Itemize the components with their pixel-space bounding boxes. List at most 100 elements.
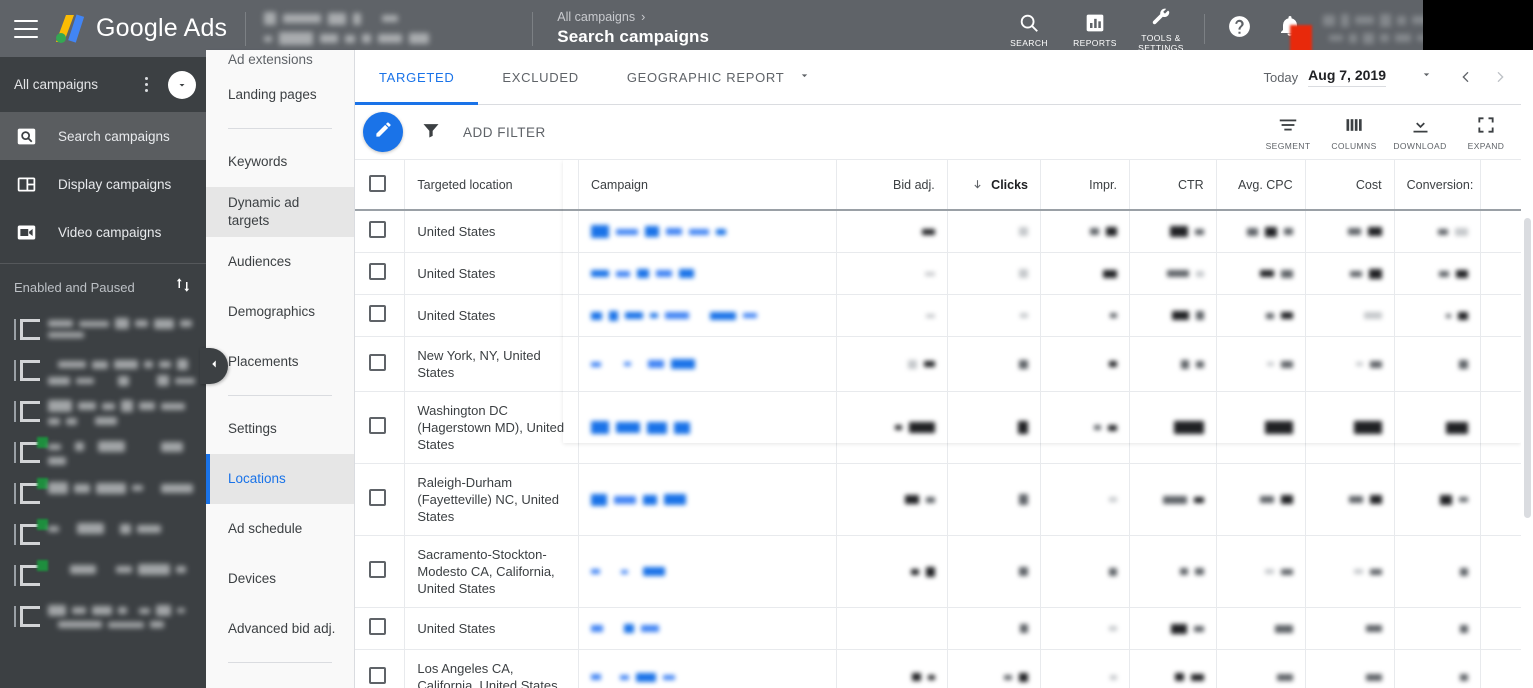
- table-row[interactable]: United States: [355, 294, 1533, 337]
- list-item[interactable]: [14, 597, 206, 638]
- column-header-cost[interactable]: Cost: [1305, 160, 1395, 211]
- reports-button[interactable]: REPORTS: [1062, 10, 1128, 48]
- download-button[interactable]: DOWNLOAD: [1387, 113, 1453, 151]
- subnav-item-audiences[interactable]: Audiences: [206, 237, 354, 287]
- checkbox-icon[interactable]: [369, 561, 386, 578]
- subnav-item-ad-extensions[interactable]: Ad extensions: [206, 50, 354, 70]
- column-header-bid-adj[interactable]: Bid adj.: [836, 160, 948, 211]
- edit-button[interactable]: [363, 112, 403, 152]
- scrollbar-thumb[interactable]: [1524, 218, 1531, 518]
- column-header-conversions[interactable]: Conversion:: [1394, 160, 1482, 211]
- search-button[interactable]: SEARCH: [996, 10, 1062, 48]
- subnav-item-locations[interactable]: Locations: [206, 454, 354, 504]
- filter-label: Enabled and Paused: [14, 279, 135, 295]
- divider: [228, 662, 332, 663]
- campaign-status-filter[interactable]: Enabled and Paused: [0, 264, 206, 310]
- notifications-button[interactable]: [1263, 14, 1317, 55]
- previous-date-button[interactable]: [1449, 60, 1483, 94]
- table-row[interactable]: Sacramento-Stockton-Modesto CA, Californ…: [355, 535, 1533, 608]
- checkbox-icon[interactable]: [369, 489, 386, 506]
- account-switcher[interactable]: All campaigns: [0, 57, 206, 112]
- list-item[interactable]: [14, 474, 206, 515]
- table-row[interactable]: United States: [355, 210, 1533, 253]
- checkbox-icon[interactable]: [369, 618, 386, 635]
- subnav-item-settings[interactable]: Settings: [206, 404, 354, 454]
- cell-bid-adj: [836, 463, 948, 536]
- subnav-item-landing-pages[interactable]: Landing pages: [206, 70, 354, 120]
- cell-avg-cpc: [1216, 649, 1306, 688]
- chevron-down-icon[interactable]: [168, 70, 196, 99]
- columns-button[interactable]: COLUMNS: [1321, 113, 1387, 151]
- table-row[interactable]: United States: [355, 252, 1533, 295]
- filter-button[interactable]: [421, 120, 441, 145]
- list-item[interactable]: [14, 556, 206, 597]
- cell-campaign[interactable]: [578, 294, 838, 337]
- expand-button[interactable]: EXPAND: [1453, 113, 1519, 151]
- table-row[interactable]: United States: [355, 607, 1533, 650]
- cell-campaign[interactable]: [578, 607, 838, 650]
- account-selector-blurred[interactable]: [264, 12, 514, 45]
- column-header-avg-cpc[interactable]: Avg. CPC: [1216, 160, 1306, 211]
- tab-excluded[interactable]: EXCLUDED: [478, 50, 602, 104]
- table-row[interactable]: Washington DC (Hagerstown MD), United St…: [355, 391, 1533, 464]
- column-header-ctr[interactable]: CTR: [1129, 160, 1217, 211]
- cell-ctr: [1129, 336, 1217, 392]
- tab-geographic-report[interactable]: GEOGRAPHIC REPORT: [603, 50, 836, 104]
- column-header-impr[interactable]: Impr.: [1040, 160, 1130, 211]
- sidebar-item-display-campaigns[interactable]: Display campaigns: [0, 160, 206, 208]
- cell-campaign[interactable]: [578, 463, 838, 536]
- sidebar-item-search-campaigns[interactable]: Search campaigns: [0, 112, 206, 160]
- subnav-item-dynamic-ad-targets[interactable]: Dynamic ad targets: [206, 187, 354, 237]
- checkbox-icon[interactable]: [369, 353, 386, 371]
- kebab-menu-icon[interactable]: [134, 77, 158, 92]
- column-header-campaign[interactable]: Campaign: [578, 160, 838, 211]
- subnav-item-demographics[interactable]: Demographics: [206, 287, 354, 337]
- subnav-item-advanced-bid-adj[interactable]: Advanced bid adj.: [206, 604, 354, 654]
- cell-campaign[interactable]: [578, 252, 838, 295]
- cell-campaign[interactable]: [578, 336, 838, 392]
- table-row[interactable]: New York, NY, United States: [355, 336, 1533, 392]
- subnav-item-change-history[interactable]: Change history: [206, 671, 354, 688]
- segment-button[interactable]: SEGMENT: [1255, 113, 1321, 151]
- checkbox-icon[interactable]: [369, 417, 386, 434]
- next-date-button[interactable]: [1483, 60, 1517, 94]
- vertical-scrollbar[interactable]: [1521, 100, 1533, 688]
- subnav-item-placements[interactable]: Placements: [206, 337, 354, 387]
- checkbox-icon[interactable]: [369, 305, 386, 322]
- date-value[interactable]: Aug 7, 2019: [1308, 67, 1386, 87]
- reports-label: REPORTS: [1073, 37, 1117, 48]
- sort-arrows-icon[interactable]: [174, 276, 192, 299]
- column-header-clicks[interactable]: Clicks: [947, 160, 1042, 211]
- subnav-item-keywords[interactable]: Keywords: [206, 137, 354, 187]
- checkbox-icon[interactable]: [369, 666, 386, 684]
- list-item[interactable]: [14, 310, 206, 351]
- cell-campaign[interactable]: [578, 210, 838, 253]
- row-checkbox-cell: [355, 336, 406, 392]
- cell-campaign[interactable]: [578, 649, 838, 688]
- help-button[interactable]: [1215, 14, 1263, 44]
- breadcrumb-parent[interactable]: All campaigns: [557, 10, 635, 24]
- checkbox-icon[interactable]: [369, 263, 386, 280]
- tools-settings-button[interactable]: TOOLS & SETTINGS: [1128, 5, 1194, 53]
- column-header-location[interactable]: Targeted location: [404, 160, 579, 211]
- cell-campaign[interactable]: [578, 535, 838, 608]
- list-item[interactable]: [14, 515, 206, 556]
- sidebar-item-video-campaigns[interactable]: Video campaigns: [0, 208, 206, 256]
- subnav-item-devices[interactable]: Devices: [206, 554, 354, 604]
- add-filter-button[interactable]: ADD FILTER: [463, 125, 546, 140]
- cell-campaign[interactable]: [578, 391, 838, 464]
- list-item[interactable]: [14, 392, 206, 433]
- hamburger-icon[interactable]: [14, 19, 38, 38]
- table-row[interactable]: Los Angeles CA, California, United State…: [355, 649, 1533, 688]
- checkbox-icon[interactable]: [369, 221, 386, 238]
- tab-targeted[interactable]: TARGETED: [355, 50, 479, 105]
- columns-icon: [1344, 113, 1364, 137]
- locations-table-wrapper: Targeted location Campaign Bid adj. Clic…: [355, 160, 1533, 688]
- list-item[interactable]: [14, 433, 206, 474]
- subnav-item-ad-schedule[interactable]: Ad schedule: [206, 504, 354, 554]
- list-item[interactable]: [14, 351, 206, 392]
- cell-avg-cpc: [1216, 336, 1306, 392]
- chevron-down-icon[interactable]: [1420, 68, 1433, 86]
- checkbox-icon[interactable]: [369, 174, 386, 192]
- table-row[interactable]: Raleigh-Durham (Fayetteville) NC, United…: [355, 463, 1533, 536]
